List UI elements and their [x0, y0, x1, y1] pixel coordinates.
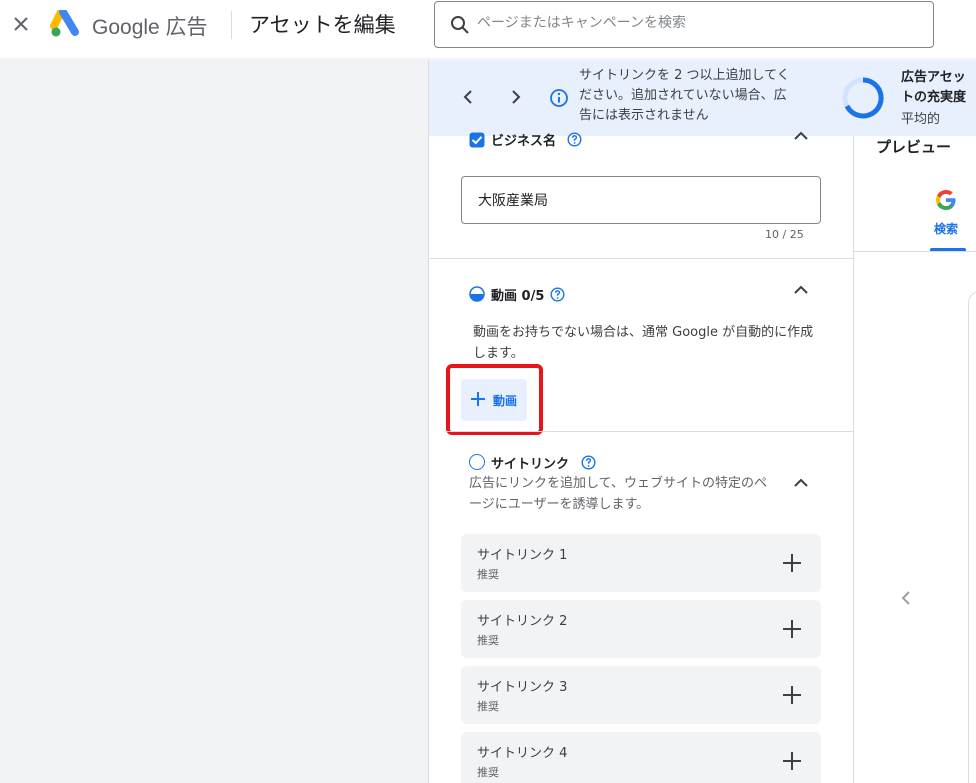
section-divider	[445, 431, 853, 432]
info-icon	[550, 89, 568, 107]
add-video-button[interactable]: 動画	[461, 379, 527, 421]
plus-icon[interactable]	[781, 684, 803, 706]
business-name-char-count: 10 / 25	[765, 228, 804, 241]
plus-icon[interactable]	[781, 750, 803, 772]
sitelinks-description: 広告にリンクを追加して、ウェブサイトの特定のページにユーザーを誘導します。	[469, 476, 767, 512]
sitelink-card[interactable]: サイトリンク 4 推奨	[461, 732, 821, 783]
add-video-label: 動画	[493, 394, 518, 408]
chevron-left-icon[interactable]	[457, 86, 479, 108]
preview-title: プレビュー	[876, 138, 952, 156]
search-box[interactable]	[434, 1, 934, 48]
asset-form: ビジネス名 10 / 25 動画 0/5 動画をお持ちでない場合は、通常 Goo…	[429, 131, 853, 783]
business-name-input[interactable]	[461, 176, 821, 224]
sitelink-tag: 推奨	[477, 766, 499, 779]
half-filled-circle-icon	[469, 286, 485, 302]
help-icon[interactable]	[550, 287, 565, 302]
close-icon[interactable]	[10, 13, 32, 35]
sitelink-card[interactable]: サイトリンク 1 推奨	[461, 534, 821, 592]
preview-pane: プレビュー 検索	[853, 136, 976, 783]
video-section-title: 動画 0/5	[491, 289, 545, 304]
chevron-up-icon[interactable]	[791, 473, 811, 493]
chevron-up-icon[interactable]	[791, 126, 811, 146]
sitelink-name: サイトリンク 2	[477, 614, 568, 629]
empty-circle-icon	[469, 454, 485, 470]
sitelink-name: サイトリンク 3	[477, 680, 568, 695]
sitelink-tag: 推奨	[477, 700, 499, 713]
asset-editor-panel: サイトリンクを 2 つ以上追加してください。追加されていない場合、広告には表示さ…	[428, 60, 976, 783]
tab-search[interactable]: 検索	[934, 220, 958, 237]
plus-icon[interactable]	[781, 552, 803, 574]
sitelink-name: サイトリンク 4	[477, 746, 568, 761]
sitelink-card[interactable]: サイトリンク 2 推奨	[461, 600, 821, 658]
sitelink-name: サイトリンク 1	[477, 548, 568, 563]
video-description: 動画をお持ちでない場合は、通常 Google が自動的に作成します。	[473, 325, 814, 361]
chevron-up-icon[interactable]	[791, 280, 811, 300]
search-icon	[451, 16, 469, 34]
ad-preview-frame	[968, 291, 976, 783]
chevron-left-icon[interactable]	[896, 588, 916, 608]
section-divider	[429, 258, 853, 259]
ad-strength-title: 広告アセットの充実度	[901, 70, 967, 105]
ad-strength-value: 平均的	[901, 112, 941, 127]
plus-icon	[471, 392, 485, 406]
header-divider	[231, 11, 232, 39]
sitelink-card[interactable]: サイトリンク 3 推奨	[461, 666, 821, 724]
top-bar: Google 広告 アセットを編集	[0, 0, 976, 58]
banner-message: サイトリンクを 2 つ以上追加してください。追加されていない場合、広告には表示さ…	[579, 68, 790, 123]
sitelinks-title: サイトリンク	[491, 457, 570, 472]
brand-name: Google 広告	[92, 16, 208, 39]
page-title: アセットを編集	[249, 13, 396, 37]
checkbox-checked-icon	[469, 132, 485, 148]
ad-strength-ring-icon	[842, 77, 884, 119]
google-ads-logo-icon	[50, 10, 79, 37]
tabs-divider	[854, 251, 976, 252]
sitelink-tag: 推奨	[477, 568, 499, 581]
help-icon[interactable]	[581, 455, 596, 470]
google-g-icon	[936, 190, 956, 210]
chevron-right-icon[interactable]	[505, 86, 527, 108]
search-input[interactable]	[477, 15, 917, 31]
plus-icon[interactable]	[781, 618, 803, 640]
help-icon[interactable]	[567, 132, 582, 147]
sitelink-warning-banner: サイトリンクを 2 つ以上追加してください。追加されていない場合、広告には表示さ…	[429, 60, 976, 136]
sitelink-tag: 推奨	[477, 634, 499, 647]
business-name-title: ビジネス名	[491, 134, 557, 149]
